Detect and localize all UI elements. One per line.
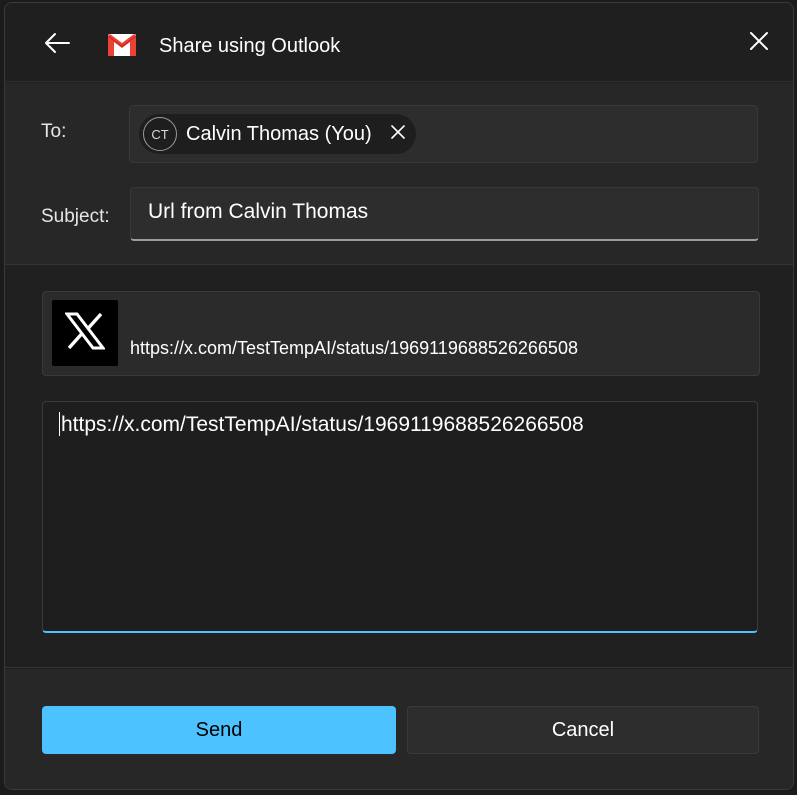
send-button[interactable]: Send: [42, 706, 396, 754]
subject-input[interactable]: Url from Calvin Thomas: [130, 187, 759, 241]
avatar: CT: [143, 117, 177, 151]
back-button[interactable]: [37, 25, 77, 65]
cancel-button[interactable]: Cancel: [407, 706, 759, 754]
message-body-input[interactable]: https://x.com/TestTempAI/status/19691196…: [42, 401, 758, 633]
link-thumbnail: [52, 300, 118, 366]
close-icon: [749, 31, 769, 56]
remove-icon: [391, 124, 405, 144]
link-preview-url: https://x.com/TestTempAI/status/19691196…: [130, 338, 578, 358]
share-dialog: Share using Outlook To: CT Calvin Thomas…: [4, 2, 794, 790]
text-cursor: [59, 412, 60, 436]
title-bar: Share using Outlook: [5, 3, 793, 82]
remove-recipient-button[interactable]: [388, 124, 408, 144]
content-section: https://x.com/TestTempAI/status/19691196…: [5, 266, 793, 668]
back-arrow-icon: [43, 31, 71, 60]
recipient-name: Calvin Thomas (You): [186, 122, 372, 145]
message-text: https://x.com/TestTempAI/status/19691196…: [61, 413, 584, 436]
gmail-icon: [107, 34, 137, 56]
to-field[interactable]: CT Calvin Thomas (You): [129, 105, 758, 163]
dialog-title: Share using Outlook: [159, 35, 341, 57]
close-button[interactable]: [739, 23, 779, 63]
action-bar: Send Cancel: [5, 669, 793, 789]
recipient-section: To: CT Calvin Thomas (You) Subject: Url …: [5, 83, 793, 265]
link-preview-card: https://x.com/TestTempAI/status/19691196…: [42, 291, 760, 376]
recipient-chip[interactable]: CT Calvin Thomas (You): [139, 114, 416, 154]
x-logo-icon: [63, 312, 107, 355]
to-label: To:: [41, 121, 67, 142]
subject-label: Subject:: [41, 206, 110, 227]
